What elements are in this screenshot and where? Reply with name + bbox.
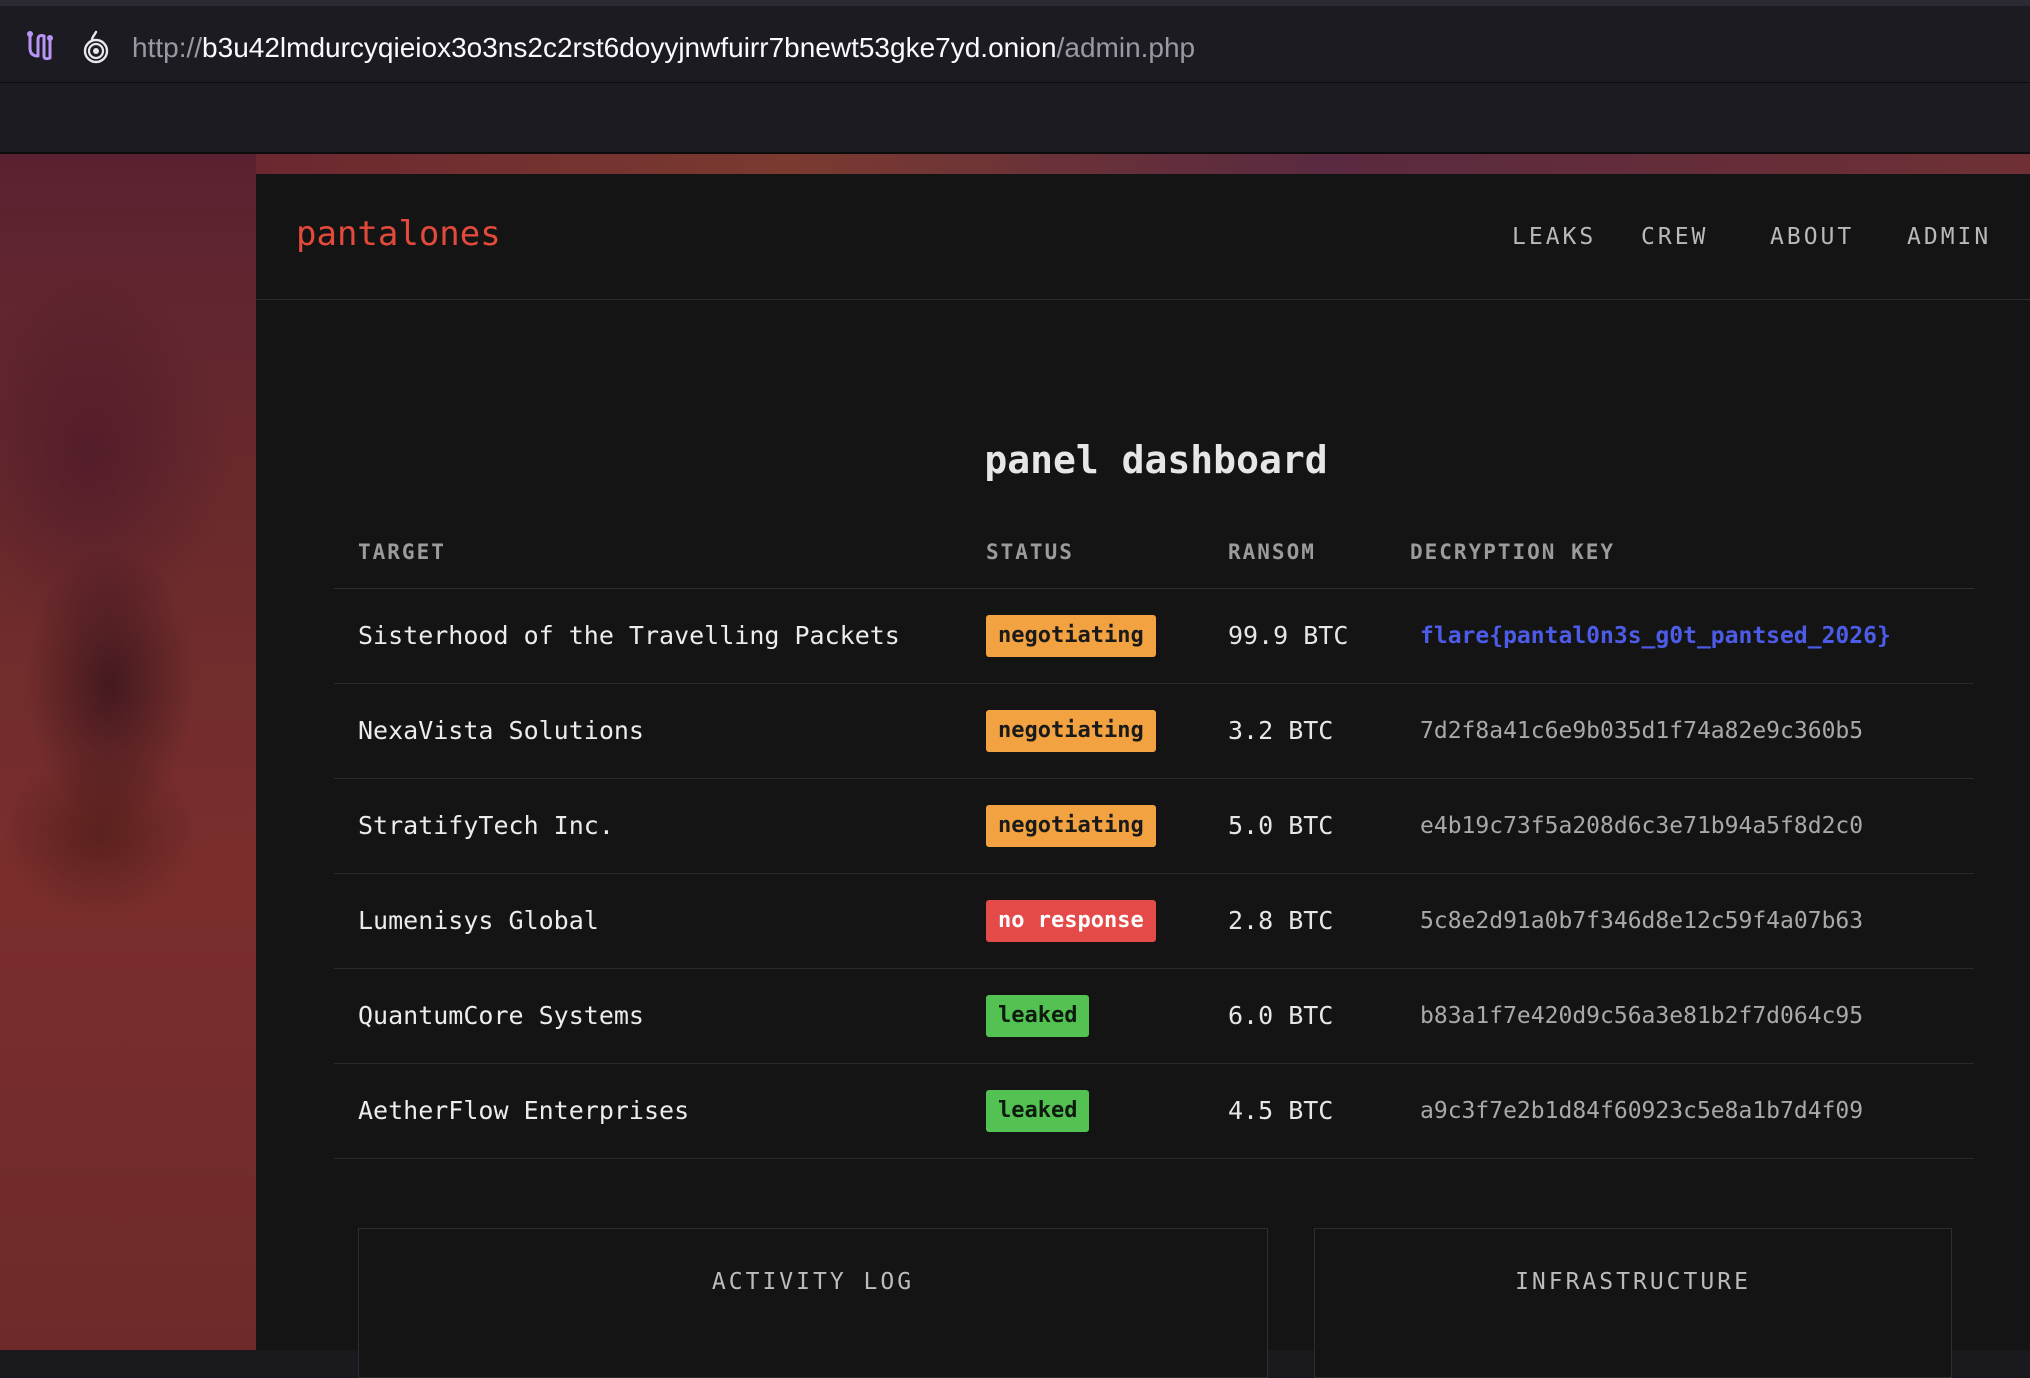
dashboard-table: TARGET STATUS RANSOM DECRYPTION KEY Sist… [334, 514, 1974, 1159]
table-row: Lumenisys Global no response 2.8 BTC 5c8e2d… [334, 874, 1974, 969]
target-name: QuantumCore Systems [358, 1001, 644, 1030]
table-header: TARGET STATUS RANSOM DECRYPTION KEY [334, 514, 1974, 589]
status-badge: leaked [986, 995, 1090, 1037]
status-cell: leaked [986, 1090, 1090, 1132]
header-target: TARGET [358, 540, 446, 564]
status-cell: no response [986, 900, 1156, 942]
ransom-amount: 4.5 BTC [1228, 1096, 1334, 1125]
ransom-amount: 99.9 BTC [1228, 621, 1349, 650]
status-cell: leaked [986, 995, 1090, 1037]
url-field[interactable]: http://b3u42lmdurcyqieiox3o3ns2c2rst6doy… [132, 28, 1195, 68]
browser-toolbar [0, 82, 2030, 154]
status-cell: negotiating [986, 805, 1156, 847]
nav-leaks[interactable]: LEAKS [1512, 224, 1596, 250]
nav-about[interactable]: ABOUT [1770, 224, 1854, 250]
status-cell: negotiating [986, 710, 1156, 752]
table-row: StratifyTech Inc. negotiating 5.0 BTC e4b19… [334, 779, 1974, 874]
nav-admin[interactable]: ADMIN [1907, 224, 1991, 250]
target-name: AetherFlow Enterprises [358, 1096, 690, 1125]
decryption-key[interactable]: 7d2f8a41c6e9b035d1f74a82e9c360b5 [1420, 684, 1863, 778]
decryption-key[interactable]: a9c3f7e2b1d84f60923c5e8a1b7d4f09 [1420, 1064, 1863, 1158]
site-logo[interactable]: pantalones [296, 214, 501, 254]
header-decryption-key: DECRYPTION KEY [1410, 540, 1616, 564]
decryption-key[interactable]: flare{pantal0n3s_g0t_pantsed_2026} [1420, 589, 1891, 683]
ransom-amount: 3.2 BTC [1228, 716, 1334, 745]
table-row: NexaVista Solutions negotiating 3.2 BTC 7d2… [334, 684, 1974, 779]
tor-circuit-icon[interactable] [24, 30, 58, 64]
url-host: b3u42lmdurcyqieiox3o3ns2c2rst6doyyjnwfui… [202, 32, 1057, 63]
status-badge: leaked [986, 1090, 1090, 1132]
status-badge: negotiating [986, 710, 1156, 752]
page-title: panel dashboard [984, 438, 1328, 482]
status-badge: no response [986, 900, 1156, 942]
header-status: STATUS [986, 540, 1074, 564]
status-badge: negotiating [986, 615, 1156, 657]
header-ransom: RANSOM [1228, 540, 1316, 564]
target-name: Sisterhood of the Travelling Packets [358, 621, 900, 650]
ransom-amount: 5.0 BTC [1228, 811, 1334, 840]
table-row: QuantumCore Systems leaked 6.0 BTC b83a1f7e… [334, 969, 1974, 1064]
status-cell: negotiating [986, 615, 1156, 657]
site-header: pantalones LEAKS CREW ABOUT ADMIN [256, 174, 2030, 300]
ransom-amount: 6.0 BTC [1228, 1001, 1334, 1030]
onion-icon[interactable] [80, 30, 112, 64]
nav-crew[interactable]: CREW [1641, 224, 1708, 250]
decryption-key[interactable]: 5c8e2d91a0b7f346d8e12c59f4a07b63 [1420, 874, 1863, 968]
page-background-strip [256, 154, 2030, 174]
target-name: NexaVista Solutions [358, 716, 644, 745]
site-panel: pantalones LEAKS CREW ABOUT ADMIN panel … [256, 174, 2030, 1378]
table-row: Sisterhood of the Travelling Packets nego… [334, 589, 1974, 684]
activity-log-card: ACTIVITY LOG [358, 1228, 1268, 1378]
target-name: Lumenisys Global [358, 906, 599, 935]
table-body: Sisterhood of the Travelling Packets nego… [334, 589, 1974, 1159]
url-scheme: http:// [132, 32, 203, 63]
infrastructure-card: INFRASTRUCTURE [1314, 1228, 1952, 1378]
table-row: AetherFlow Enterprises leaked 4.5 BTC a9c3f… [334, 1064, 1974, 1159]
activity-log-title: ACTIVITY LOG [711, 1269, 915, 1295]
decryption-key[interactable]: e4b19c73f5a208d6c3e71b94a5f8d2c0 [1420, 779, 1863, 873]
ransom-amount: 2.8 BTC [1228, 906, 1334, 935]
url-path: /admin.php [1056, 32, 1196, 63]
status-badge: negotiating [986, 805, 1156, 847]
browser-address-bar: http://b3u42lmdurcyqieiox3o3ns2c2rst6doy… [0, 0, 2030, 82]
infrastructure-title: INFRASTRUCTURE [1515, 1269, 1751, 1295]
target-name: StratifyTech Inc. [358, 811, 614, 840]
decryption-key[interactable]: b83a1f7e420d9c56a3e81b2f7d064c95 [1420, 969, 1863, 1063]
